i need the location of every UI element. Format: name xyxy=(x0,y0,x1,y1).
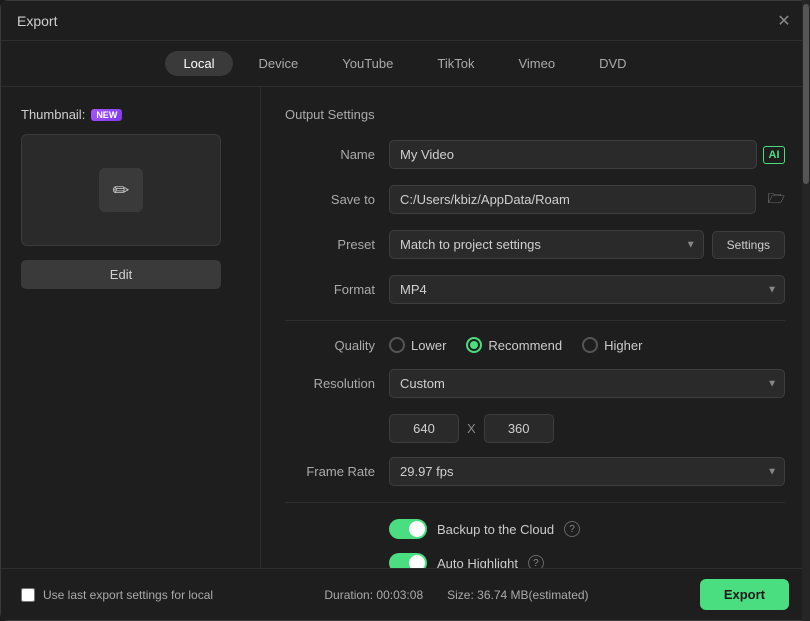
quality-lower[interactable]: Lower xyxy=(389,337,446,353)
quality-label: Quality xyxy=(285,338,375,353)
tab-device[interactable]: Device xyxy=(241,51,317,76)
close-button[interactable]: ✕ xyxy=(775,12,793,30)
frame-rate-label: Frame Rate xyxy=(285,464,375,479)
backup-row: Backup to the Cloud ? xyxy=(389,519,785,539)
backup-label: Backup to the Cloud xyxy=(437,522,554,537)
x-separator: X xyxy=(467,421,476,436)
backup-toggle-knob xyxy=(409,521,425,537)
quality-recommend[interactable]: Recommend xyxy=(466,337,562,353)
thumbnail-preview: ✏ xyxy=(21,134,221,246)
preset-row: Preset Match to project settings ▼ Setti… xyxy=(285,230,785,259)
auto-highlight-toggle[interactable] xyxy=(389,553,427,568)
tab-tiktok[interactable]: TikTok xyxy=(419,51,492,76)
pencil-icon: ✏ xyxy=(113,178,130,203)
tab-vimeo[interactable]: Vimeo xyxy=(500,51,573,76)
thumbnail-label-row: Thumbnail: NEW xyxy=(21,107,122,122)
quality-higher-label: Higher xyxy=(604,338,642,353)
radio-higher xyxy=(582,337,598,353)
title-bar: Export ✕ xyxy=(1,1,809,41)
footer-center: Duration: 00:03:08 Size: 36.74 MB(estima… xyxy=(324,588,588,602)
quality-row: Quality Lower Recommend Higher xyxy=(285,337,785,353)
radio-recommend-dot xyxy=(470,341,478,349)
last-settings-label: Use last export settings for local xyxy=(43,588,213,602)
name-row: Name AI xyxy=(285,140,785,169)
left-panel: Thumbnail: NEW ✏ Edit xyxy=(1,87,261,568)
radio-lower xyxy=(389,337,405,353)
width-input[interactable] xyxy=(389,414,459,443)
settings-button[interactable]: Settings xyxy=(712,231,785,259)
right-panel: Output Settings Name AI Save to 🗁 Pres xyxy=(261,87,809,568)
format-select-wrapper: MP4 ▼ xyxy=(389,275,785,304)
thumbnail-edit-icon: ✏ xyxy=(99,168,143,212)
tab-youtube[interactable]: YouTube xyxy=(324,51,411,76)
duration-label: Duration: xyxy=(324,588,373,602)
format-row: Format MP4 ▼ xyxy=(285,275,785,304)
divider-1 xyxy=(285,320,785,321)
quality-higher[interactable]: Higher xyxy=(582,337,642,353)
name-input-group: AI xyxy=(389,140,785,169)
size-label: Size: xyxy=(447,588,474,602)
save-to-input-group: 🗁 xyxy=(389,185,785,214)
name-label: Name xyxy=(285,147,375,162)
duration-value: 00:03:08 xyxy=(376,588,423,602)
footer: Use last export settings for local Durat… xyxy=(1,568,809,620)
thumbnail-label-text: Thumbnail: xyxy=(21,107,85,122)
frame-rate-row: Frame Rate 29.97 fps ▼ xyxy=(285,457,785,486)
preset-select[interactable]: Match to project settings xyxy=(389,230,704,259)
radio-recommend xyxy=(466,337,482,353)
save-to-input[interactable] xyxy=(389,185,756,214)
ai-icon[interactable]: AI xyxy=(763,146,785,164)
new-badge: NEW xyxy=(91,109,122,121)
export-dialog: Export ✕ Local Device YouTube TikTok Vim… xyxy=(0,0,810,621)
scrollbar-track[interactable] xyxy=(802,87,809,568)
auto-highlight-row: Auto Highlight ? xyxy=(389,553,785,568)
export-button[interactable]: Export xyxy=(700,579,789,610)
dialog-title: Export xyxy=(17,13,57,29)
format-label: Format xyxy=(285,282,375,297)
duration-stat: Duration: 00:03:08 xyxy=(324,588,423,602)
auto-highlight-toggle-knob xyxy=(409,555,425,568)
edit-thumbnail-button[interactable]: Edit xyxy=(21,260,221,289)
folder-icon[interactable]: 🗁 xyxy=(768,188,785,212)
resolution-label: Resolution xyxy=(285,376,375,391)
preset-label: Preset xyxy=(285,237,375,252)
tab-dvd[interactable]: DVD xyxy=(581,51,644,76)
frame-rate-select-wrapper: 29.97 fps ▼ xyxy=(389,457,785,486)
resolution-row: Resolution Custom ▼ xyxy=(285,369,785,398)
backup-toggle[interactable] xyxy=(389,519,427,539)
auto-highlight-label: Auto Highlight xyxy=(437,556,518,569)
preset-select-wrapper: Match to project settings ▼ xyxy=(389,230,704,259)
quality-lower-label: Lower xyxy=(411,338,446,353)
tab-local[interactable]: Local xyxy=(165,51,232,76)
main-content: Thumbnail: NEW ✏ Edit Output Settings Na… xyxy=(1,87,809,568)
format-select[interactable]: MP4 xyxy=(389,275,785,304)
resolution-select-wrapper: Custom ▼ xyxy=(389,369,785,398)
size-value: 36.74 MB(estimated) xyxy=(477,588,588,602)
backup-help-icon[interactable]: ? xyxy=(564,521,580,537)
resolution-select[interactable]: Custom xyxy=(389,369,785,398)
quality-options: Lower Recommend Higher xyxy=(389,337,642,353)
auto-highlight-help-icon[interactable]: ? xyxy=(528,555,544,568)
scrollbar-thumb[interactable] xyxy=(803,87,809,184)
name-input[interactable] xyxy=(389,140,757,169)
footer-left: Use last export settings for local xyxy=(21,588,213,602)
save-to-row: Save to 🗁 xyxy=(285,185,785,214)
close-icon: ✕ xyxy=(777,11,790,31)
divider-2 xyxy=(285,502,785,503)
size-stat: Size: 36.74 MB(estimated) xyxy=(447,588,588,602)
last-settings-checkbox[interactable] xyxy=(21,588,35,602)
quality-recommend-label: Recommend xyxy=(488,338,562,353)
output-settings-title: Output Settings xyxy=(285,107,785,122)
save-to-label: Save to xyxy=(285,192,375,207)
resolution-inputs: X xyxy=(389,414,785,443)
tab-bar: Local Device YouTube TikTok Vimeo DVD xyxy=(1,41,809,87)
height-input[interactable] xyxy=(484,414,554,443)
frame-rate-select[interactable]: 29.97 fps xyxy=(389,457,785,486)
